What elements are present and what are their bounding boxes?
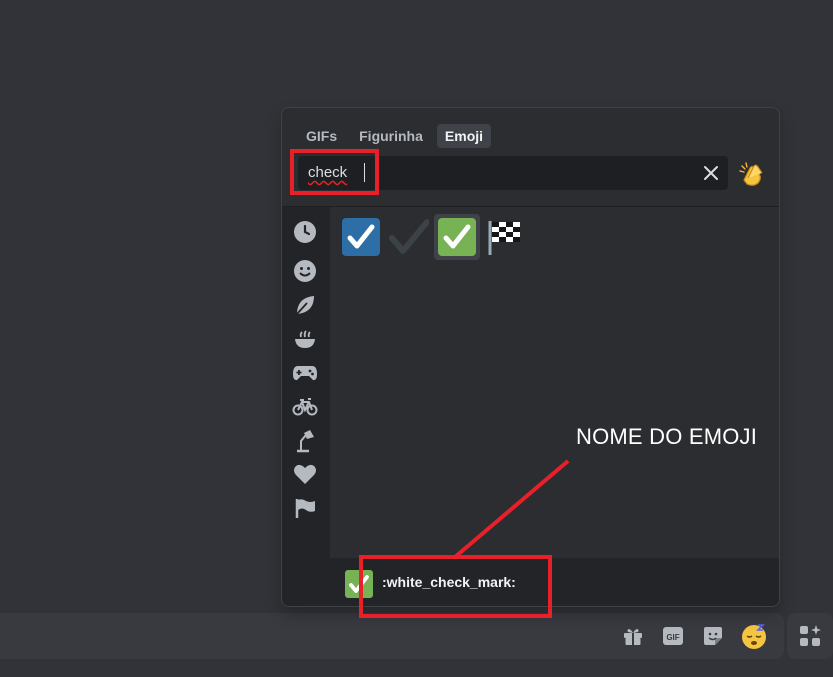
annotation-label: NOME DO EMOJI [576,424,758,449]
annotation-arrow-line [453,459,570,559]
